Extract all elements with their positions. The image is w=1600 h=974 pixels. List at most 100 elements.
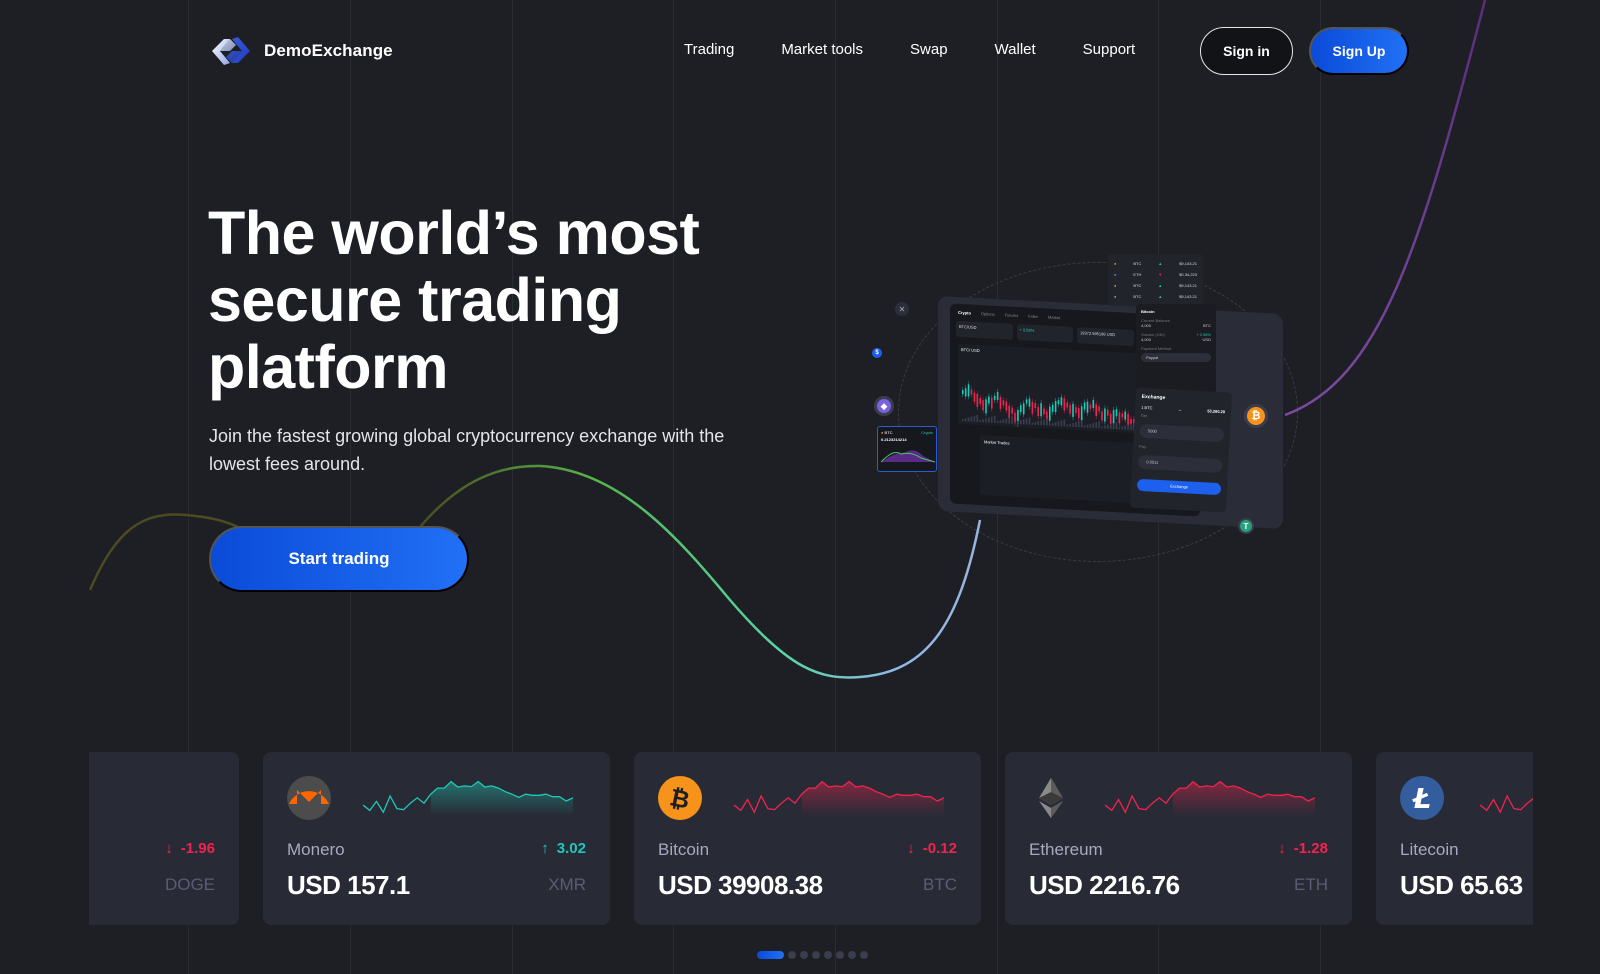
coin-price: USD 2216.76: [1029, 870, 1180, 900]
ethereum-icon: [1029, 776, 1073, 820]
candle: [967, 384, 970, 397]
candle: [1057, 400, 1060, 405]
volume-bar: [991, 416, 993, 423]
coin-name: Bitcoin: [658, 840, 710, 859]
dashboard-illustration: Crypto Options Futures Index Market BTC/…: [860, 250, 1300, 562]
volume-bar: [1005, 418, 1008, 424]
candle: [1121, 413, 1124, 418]
mock-tab: Index: [1028, 313, 1039, 320]
sign-up-button[interactable]: Sign Up: [1309, 27, 1409, 75]
mock-tab: Options: [980, 311, 995, 317]
pagination-dot[interactable]: [824, 951, 832, 959]
candle: [1104, 408, 1106, 422]
crypto-card-xmr[interactable]: Monero ↑ 3.02 USD 157.1 XMR: [263, 752, 610, 925]
nav-link-swap[interactable]: Swap: [910, 41, 948, 58]
litecoin-icon: Ł: [1400, 776, 1444, 820]
mock-wallet-card: ● BTC Crypto 0.2123214214: [877, 426, 937, 472]
pagination-dot[interactable]: [860, 951, 868, 959]
volume-bar: [1072, 422, 1074, 427]
candle: [964, 388, 967, 397]
coin-ethereum-icon: ◆: [874, 396, 894, 416]
volume-bar: [1115, 422, 1118, 430]
candle: [1066, 402, 1069, 408]
price-sparkline: [363, 780, 573, 816]
volume-bar: [1037, 421, 1040, 426]
change-value: -1.28: [1293, 840, 1328, 857]
candle: [1072, 403, 1074, 417]
volume-bar: [970, 416, 973, 422]
candle: [1089, 404, 1092, 409]
pagination-dot[interactable]: [788, 951, 796, 959]
mock-wallet-badge: Crypto: [921, 430, 933, 435]
nav-link-support[interactable]: Support: [1083, 41, 1136, 58]
candle: [1008, 405, 1011, 419]
mock-tab: Futures: [1004, 312, 1019, 319]
volume-bar: [1118, 427, 1121, 430]
volume-bar: [1121, 426, 1124, 430]
candle: [1025, 399, 1028, 404]
candle: [1130, 418, 1132, 424]
crypto-ticker-carousel[interactable]: Ð Dogecoin ↓ -1.96 USD 0.2611 DOGE Moner…: [89, 752, 1533, 926]
start-trading-button[interactable]: Start trading: [209, 526, 469, 592]
pagination-dot[interactable]: [757, 951, 784, 959]
mock-label: Pay: [1139, 443, 1147, 450]
pagination-dot[interactable]: [848, 951, 856, 959]
arrow-down-icon: ↓: [907, 840, 915, 857]
sign-in-button[interactable]: Sign in: [1200, 27, 1293, 75]
mock-ticker-row: ● BTC ▲ $9,143.21: [1114, 294, 1197, 299]
coin-x-icon: ✕: [895, 302, 909, 316]
pagination-dot[interactable]: [812, 951, 820, 959]
volume-bar: [1127, 424, 1129, 430]
volume-bar: [999, 420, 1002, 424]
mock-ticker-value: $9,143.21: [1179, 294, 1197, 299]
mock-ticker-row: ● BTC ▲ $9,143.21: [1114, 261, 1197, 266]
main-menu: Trading Market tools Swap Wallet Support: [684, 41, 1135, 58]
top-navigation: DemoExchange Trading Market tools Swap W…: [0, 26, 1600, 76]
volume-bar: [1069, 423, 1071, 427]
nav-link-trading[interactable]: Trading: [684, 41, 734, 58]
hero-subtitle: Join the fastest growing global cryptocu…: [209, 426, 725, 474]
coin-dollar-icon: $: [872, 348, 882, 358]
candle: [1078, 408, 1080, 419]
logo[interactable]: DemoExchange: [208, 32, 393, 70]
candle: [1051, 404, 1054, 412]
crypto-card-doge[interactable]: Ð Dogecoin ↓ -1.96 USD 0.2611 DOGE: [89, 752, 239, 925]
hero-title: The world’s most secure trading platform: [208, 199, 700, 401]
crypto-card-eth[interactable]: Ethereum ↓ -1.28 USD 2216.76 ETH: [1005, 752, 1352, 925]
volume-bar: [1020, 420, 1022, 425]
candle: [993, 395, 996, 400]
nav-link-wallet[interactable]: Wallet: [995, 41, 1036, 58]
volume-bar: [976, 414, 979, 422]
candle: [1086, 401, 1089, 413]
crypto-card-ltc[interactable]: Ł Litecoin USD 65.63 LTC: [1376, 752, 1533, 925]
sparkline-area: [801, 781, 944, 816]
mock-rate-to: 53,260.20: [1207, 408, 1226, 415]
candle: [1011, 407, 1013, 414]
candlesticks: [962, 381, 1135, 432]
coin-symbol: DOGE: [164, 875, 215, 894]
candle: [1028, 398, 1031, 407]
change-value: -1.96: [180, 840, 215, 857]
crypto-card-btc[interactable]: ₿ Bitcoin ↓ -0.12 USD 39908.38 BTC: [634, 752, 981, 925]
pagination-dot[interactable]: [800, 951, 808, 959]
volume-bar: [1051, 422, 1054, 426]
coin-name: Monero: [287, 840, 345, 859]
volume-bar: [964, 418, 967, 422]
candle: [1095, 404, 1097, 417]
nav-link-market-tools[interactable]: Market tools: [781, 41, 863, 58]
mock-exchange-panel: Exchange 1 BTC → 53,260.20 Get 5000 Pay 0.…: [1129, 387, 1233, 513]
pagination-dot[interactable]: [836, 951, 844, 959]
volume-bar: [1107, 424, 1109, 429]
change-value: 3.02: [556, 840, 586, 857]
candle: [1069, 404, 1071, 414]
mock-ticker-coin: BTC: [1133, 294, 1142, 299]
volume-bar: [1112, 422, 1115, 430]
candle: [1115, 409, 1118, 417]
mock-wallet-coin: BTC: [884, 430, 893, 435]
candle: [1034, 402, 1037, 408]
change-value: -0.12: [922, 840, 957, 857]
sparkline-area: [430, 781, 573, 816]
brand-name: DemoExchange: [264, 41, 393, 60]
candle: [988, 396, 990, 404]
candle: [1014, 412, 1016, 423]
